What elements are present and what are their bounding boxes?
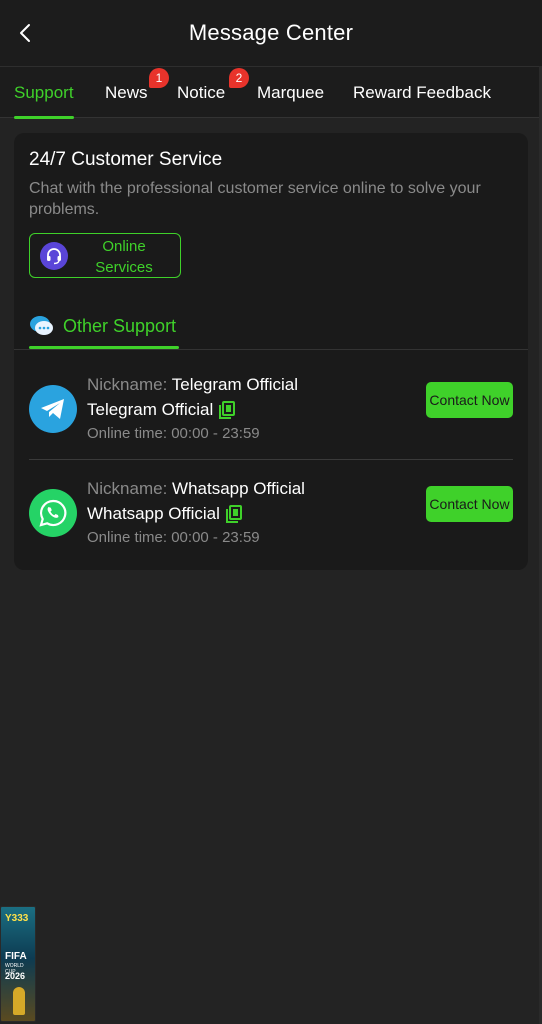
account: Telegram Official — [87, 400, 236, 420]
nickname: Nickname: Whatsapp Official — [87, 479, 305, 499]
tab-label: News — [105, 83, 148, 102]
customer-service-description: Chat with the professional customer serv… — [29, 180, 481, 218]
nickname: Nickname: Telegram Official — [87, 375, 298, 395]
promo-title: FIFA — [5, 951, 27, 962]
back-button[interactable] — [10, 18, 40, 48]
nickname-label: Nickname: — [87, 479, 168, 498]
tab-label: Support — [14, 83, 74, 102]
online-time: Online time: 00:00 - 23:59 — [87, 425, 260, 442]
tab-label: Reward Feedback — [353, 83, 491, 102]
account-value: Telegram Official — [87, 400, 214, 419]
tab-label: Marquee — [257, 83, 325, 102]
nickname-value: Telegram Official — [171, 375, 299, 394]
tab-notice[interactable]: Notice 2 — [177, 67, 249, 119]
contact-item-telegram: Nickname: Telegram Official Telegram Off… — [29, 359, 513, 459]
unread-badge: 1 — [149, 68, 169, 88]
online-time-label: Online time: — [87, 425, 168, 442]
copy-icon[interactable] — [225, 505, 242, 523]
account-value: Whatsapp Official — [87, 504, 220, 523]
chat-bubble-icon — [30, 316, 53, 335]
online-time: Online time: 00:00 - 23:59 — [87, 529, 260, 546]
promo-year: 2026 — [5, 971, 26, 981]
whatsapp-icon — [29, 489, 77, 537]
headset-icon — [40, 242, 68, 270]
tab-support[interactable]: Support — [14, 67, 74, 119]
header: Message Center — [0, 0, 542, 66]
other-support-label: Other Support — [63, 315, 177, 336]
customer-service-title: 24/7 Customer Service — [29, 149, 223, 170]
promo-logo: Y333 — [5, 913, 29, 924]
contact-item-whatsapp: Nickname: Whatsapp Official Whatsapp Off… — [29, 463, 513, 563]
copy-icon[interactable] — [219, 401, 236, 419]
online-time-value: 00:00 - 23:59 — [171, 425, 260, 442]
online-time-label: Online time: — [87, 529, 168, 546]
nickname-value: Whatsapp Official — [172, 479, 305, 498]
online-services-button[interactable]: Online Services — [29, 233, 181, 278]
tab-bar: Support News 1 Notice 2 Marquee Reward F… — [0, 66, 542, 119]
contact-now-button[interactable]: Contact Now — [426, 382, 513, 418]
telegram-icon — [29, 385, 77, 433]
tab-marquee[interactable]: Marquee — [257, 67, 324, 119]
divider — [29, 459, 513, 460]
online-services-label: Online Services — [95, 238, 153, 276]
contact-now-button[interactable]: Contact Now — [426, 486, 513, 522]
active-tab-indicator — [14, 116, 74, 119]
unread-badge: 2 — [229, 68, 249, 88]
page-title: Message Center — [188, 20, 354, 45]
support-card: 24/7 Customer Service Chat with the prof… — [14, 133, 528, 570]
account: Whatsapp Official — [87, 504, 242, 524]
tab-news[interactable]: News 1 — [105, 67, 169, 119]
tab-label: Notice — [177, 83, 226, 102]
tab-reward-feedback[interactable]: Reward Feedback — [353, 67, 491, 119]
divider — [14, 349, 528, 350]
other-support-header: Other Support — [29, 303, 176, 349]
trophy-icon — [13, 987, 25, 1015]
online-time-value: 00:00 - 23:59 — [171, 529, 260, 546]
promo-banner[interactable]: Y333 FIFA WORLD CUP 2026 — [0, 906, 36, 1022]
chevron-left-icon — [20, 24, 30, 42]
nickname-label: Nickname: — [87, 375, 168, 394]
